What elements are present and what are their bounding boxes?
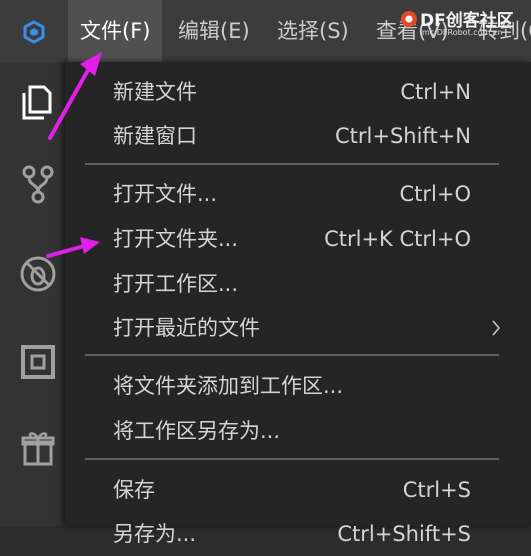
activity-bar	[0, 62, 65, 526]
watermark-url: mc.DFRobot.com.cn	[422, 28, 503, 37]
explorer-icon[interactable]	[18, 82, 58, 122]
debug-icon[interactable]	[18, 254, 58, 294]
df-logo-icon	[401, 11, 417, 27]
menu-bar: 文件(F) 编辑(E) 选择(S) 查看(V) 转到(G) DF创客社区 mc.…	[0, 0, 531, 62]
vscode-logo-icon[interactable]	[22, 20, 46, 44]
menu-open-recent[interactable]: 打开最近的文件	[65, 306, 531, 350]
file-menu-dropdown: 新建文件 Ctrl+N 新建窗口 Ctrl+Shift+N 打开文件... Ct…	[65, 62, 531, 546]
menu-open-file[interactable]: 打开文件... Ctrl+O	[65, 172, 531, 216]
menu-add-folder-to-workspace[interactable]: 将文件夹添加到工作区...	[65, 364, 531, 408]
menu-separator	[85, 458, 499, 460]
menu-save-workspace-as[interactable]: 将工作区另存为...	[65, 409, 531, 453]
menu-new-window[interactable]: 新建窗口 Ctrl+Shift+N	[65, 114, 531, 158]
menu-new-file[interactable]: 新建文件 Ctrl+N	[65, 70, 531, 114]
menu-save[interactable]: 保存 Ctrl+S	[65, 468, 531, 512]
chevron-right-icon	[492, 320, 501, 336]
menu-separator	[85, 163, 499, 165]
df-watermark: DF创客社区 mc.DFRobot.com.cn	[400, 6, 531, 46]
menu-open-folder[interactable]: 打开文件夹... Ctrl+K Ctrl+O	[65, 217, 531, 261]
extensions-icon[interactable]	[18, 342, 58, 382]
menu-save-as[interactable]: 另存为... Ctrl+Shift+S	[65, 512, 531, 556]
menu-open-workspace[interactable]: 打开工作区...	[65, 262, 531, 306]
menu-selection[interactable]: 选择(S)	[277, 0, 349, 62]
menu-file[interactable]: 文件(F)	[68, 0, 163, 62]
gift-icon[interactable]	[18, 428, 58, 468]
menu-edit[interactable]: 编辑(E)	[178, 0, 250, 62]
source-control-icon[interactable]	[18, 164, 58, 204]
menu-separator	[85, 354, 499, 356]
